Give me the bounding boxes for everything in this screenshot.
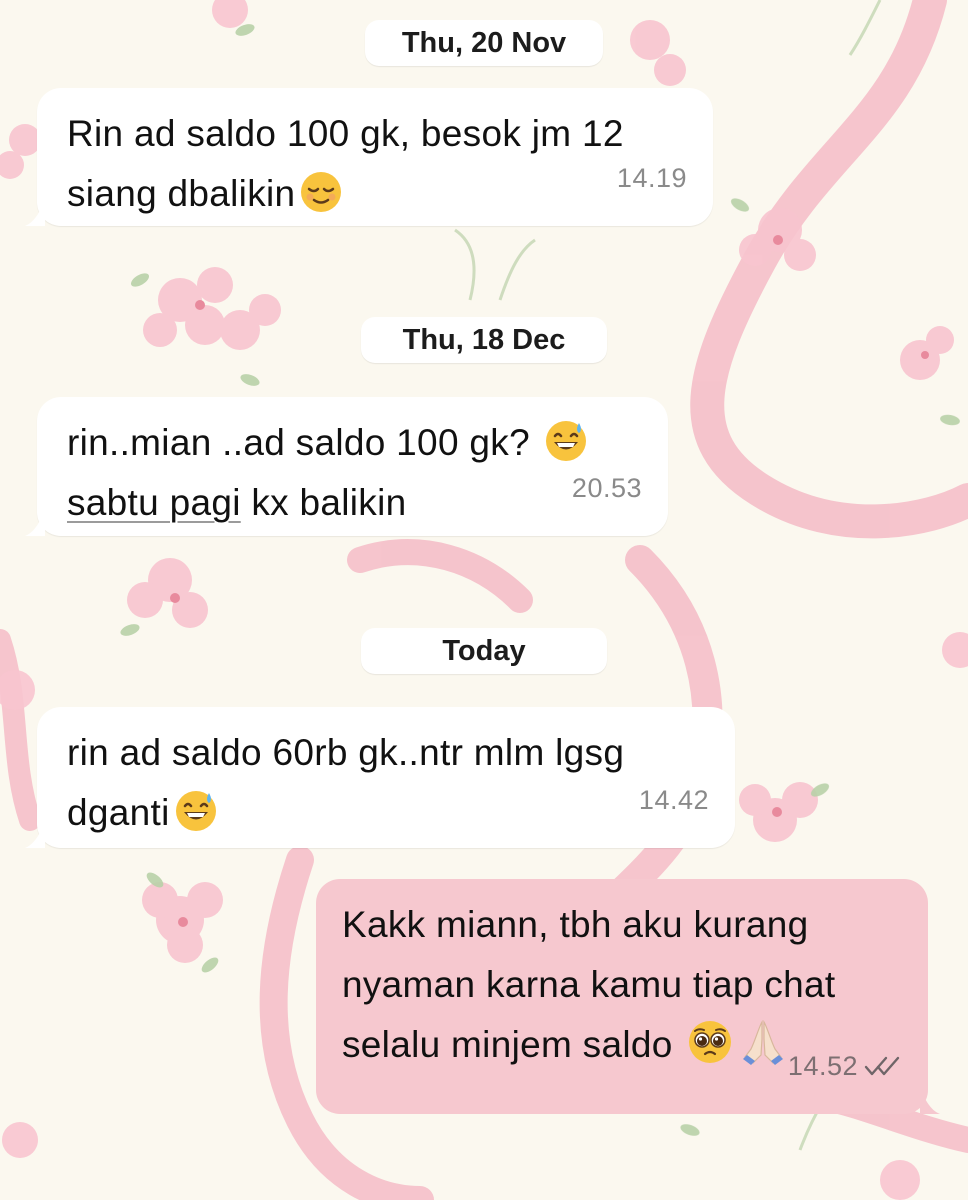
folded-hands-icon	[743, 1019, 784, 1065]
underlined-phrase[interactable]: sabtu pagi	[67, 482, 241, 523]
message-bubble-outgoing[interactable]: Kakk miann, tbh aku kurang nyaman karna …	[316, 879, 940, 1114]
message-timestamp: 14.52	[788, 1036, 904, 1096]
bubble-tail	[25, 512, 45, 536]
message-text: rin ad saldo 60rb gk..ntr mlm lgsg dgant…	[67, 732, 625, 833]
message-timestamp: 20.53	[571, 473, 642, 503]
pleading-face-icon	[689, 1021, 732, 1063]
message-timestamp: 14.42	[638, 785, 709, 815]
date-separator: Thu, 18 Dec	[361, 317, 607, 363]
grinning-sweat-face-icon	[175, 791, 216, 831]
grinning-sweat-face-icon	[545, 421, 586, 461]
bubble-tail	[920, 1090, 940, 1114]
bubble-tail	[25, 824, 45, 848]
bubble-tail	[25, 202, 45, 226]
message-timestamp: 14.19	[616, 163, 687, 193]
date-separator: Thu, 20 Nov	[365, 20, 603, 66]
message-bubble-incoming[interactable]: rin ad saldo 60rb gk..ntr mlm lgsg dgant…	[25, 707, 735, 848]
read-receipt-icon	[864, 1056, 900, 1076]
message-text: Rin ad saldo 100 gk, besok jm 12 siang d…	[67, 113, 624, 214]
relieved-face-icon	[301, 172, 342, 212]
message-text: rin..mian ..ad saldo 100 gk? sabtu pagi …	[67, 413, 646, 533]
message-bubble-incoming[interactable]: Rin ad saldo 100 gk, besok jm 12 siang d…	[25, 88, 713, 226]
message-bubble-incoming[interactable]: rin..mian ..ad saldo 100 gk? sabtu pagi …	[25, 397, 668, 536]
date-separator: Today	[361, 628, 607, 674]
